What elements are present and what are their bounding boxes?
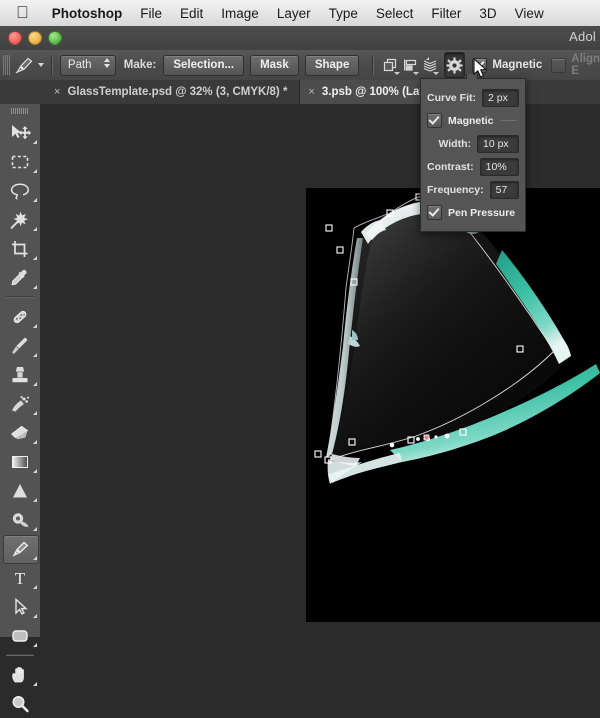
make-label: Make: — [124, 59, 157, 71]
menu-item-image[interactable]: Image — [212, 6, 268, 21]
panel-nub — [466, 74, 478, 79]
path-mode-select[interactable]: Path — [60, 55, 116, 76]
application-title-bar: Adol — [0, 26, 600, 51]
tool-path-selection[interactable] — [0, 592, 40, 621]
macos-menu-bar:  Photoshop File Edit Image Layer Type S… — [0, 0, 600, 27]
curve-fit-field[interactable]: 2 px — [482, 89, 519, 107]
close-button[interactable] — [8, 31, 22, 45]
frequency-label: Frequency: — [427, 184, 484, 196]
pen-pressure-row[interactable]: Pen Pressure — [427, 202, 519, 223]
width-value: 10 px — [483, 138, 509, 150]
svg-text:T: T — [15, 569, 26, 588]
options-bar-grip[interactable] — [3, 55, 10, 75]
geometry-options-gear-icon[interactable] — [444, 52, 465, 78]
menu-item-select[interactable]: Select — [367, 6, 423, 21]
tools-panel: T — [0, 104, 41, 637]
path-arrangement-icon[interactable] — [420, 53, 440, 77]
panel-rule — [501, 120, 517, 121]
photoshop-window:  Photoshop File Edit Image Layer Type S… — [0, 0, 600, 637]
make-shape-button[interactable]: Shape — [305, 55, 360, 76]
make-mask-button[interactable]: Mask — [250, 55, 299, 76]
path-mode-value: Path — [68, 59, 92, 71]
menu-item-photoshop[interactable]: Photoshop — [43, 6, 132, 21]
tool-lasso[interactable] — [0, 176, 40, 205]
window-controls — [8, 31, 62, 45]
tool-dodge[interactable] — [0, 505, 40, 534]
contrast-field[interactable]: 10% — [480, 158, 519, 176]
tools-divider-1 — [6, 296, 34, 298]
options-divider — [51, 55, 53, 75]
align-edges-checkbox-group: Align E — [551, 53, 600, 77]
tool-magic-wand[interactable] — [0, 205, 40, 234]
menu-item-3d[interactable]: 3D — [470, 6, 505, 21]
menu-item-edit[interactable]: Edit — [171, 6, 212, 21]
tool-zoom[interactable] — [0, 689, 40, 718]
curve-fit-row: Curve Fit: 2 px — [427, 87, 519, 108]
tab-bar-gutter — [0, 80, 46, 104]
tool-blur[interactable] — [0, 476, 40, 505]
options-divider-2 — [372, 55, 374, 75]
tools-panel-grip[interactable] — [11, 108, 29, 114]
curve-fit-label: Curve Fit: — [427, 92, 476, 104]
tools-divider-2 — [6, 654, 34, 656]
path-alignment-icon[interactable] — [401, 53, 420, 77]
menu-item-type[interactable]: Type — [320, 6, 367, 21]
make-selection-button[interactable]: Selection... — [163, 55, 244, 76]
application-title: Adol — [569, 29, 596, 44]
align-edges-label: Align E — [571, 53, 600, 77]
width-label: Width: — [438, 138, 471, 150]
tool-pen[interactable] — [0, 534, 40, 563]
panel-magnetic-checkbox[interactable] — [427, 113, 442, 128]
image-canvas[interactable] — [306, 188, 600, 622]
tool-brush[interactable] — [0, 331, 40, 360]
tool-rectangular-marquee[interactable] — [0, 147, 40, 176]
tool-eyedropper[interactable] — [0, 263, 40, 292]
panel-magnetic-label: Magnetic — [448, 115, 494, 127]
pen-pressure-checkbox[interactable] — [427, 205, 442, 220]
close-icon[interactable]: × — [54, 86, 60, 98]
tool-clone-stamp[interactable] — [0, 360, 40, 389]
tool-gradient[interactable] — [0, 447, 40, 476]
geometry-options-panel: Curve Fit: 2 px Magnetic Width: 10 px Co… — [420, 78, 526, 232]
menu-item-view[interactable]: View — [506, 6, 553, 21]
panel-magnetic-row[interactable]: Magnetic — [427, 110, 519, 131]
tool-eraser[interactable] — [0, 418, 40, 447]
pen-pressure-label: Pen Pressure — [448, 207, 515, 219]
magnetic-label: Magnetic — [492, 59, 542, 71]
frequency-row: Frequency: 57 — [427, 179, 519, 200]
freeform-pen-tool-icon[interactable] — [14, 54, 36, 76]
magnetic-checkbox-group[interactable]: Magnetic — [472, 58, 542, 73]
menu-item-file[interactable]: File — [131, 6, 171, 21]
document-tab-label: GlassTemplate.psd @ 32% (3, CMYK/8) * — [67, 86, 287, 98]
zoom-button[interactable] — [48, 31, 62, 45]
close-icon[interactable]: × — [308, 86, 314, 98]
frequency-value: 57 — [496, 184, 508, 196]
apple-logo-icon[interactable]:  — [16, 4, 29, 21]
menu-item-layer[interactable]: Layer — [268, 6, 320, 21]
width-field[interactable]: 10 px — [477, 135, 519, 153]
tool-rectangle-shape[interactable] — [0, 621, 40, 650]
contrast-label: Contrast: — [427, 161, 474, 173]
select-stepper-icon — [104, 58, 110, 68]
curve-fit-value: 2 px — [488, 92, 508, 104]
tool-spot-healing-brush[interactable] — [0, 302, 40, 331]
minimize-button[interactable] — [28, 31, 42, 45]
width-row: Width: 10 px — [427, 133, 519, 154]
contrast-row: Contrast: 10% — [427, 156, 519, 177]
tool-history-brush[interactable] — [0, 389, 40, 418]
tool-hand[interactable] — [0, 660, 40, 689]
magnetic-checkbox[interactable] — [472, 58, 487, 73]
menu-item-filter[interactable]: Filter — [422, 6, 470, 21]
tool-move[interactable] — [0, 118, 40, 147]
tool-preset-chevron-down-icon[interactable] — [38, 63, 44, 67]
tool-type[interactable]: T — [0, 563, 40, 592]
frequency-field[interactable]: 57 — [490, 181, 519, 199]
align-edges-checkbox — [551, 58, 566, 73]
tool-crop[interactable] — [0, 234, 40, 263]
options-bar: Path Make: Selection... Mask Shape — [0, 50, 600, 81]
document-tab-glasstemplate[interactable]: × GlassTemplate.psd @ 32% (3, CMYK/8) * — [46, 80, 300, 104]
contrast-value: 10% — [486, 161, 507, 173]
path-operations-icon[interactable] — [381, 53, 400, 77]
